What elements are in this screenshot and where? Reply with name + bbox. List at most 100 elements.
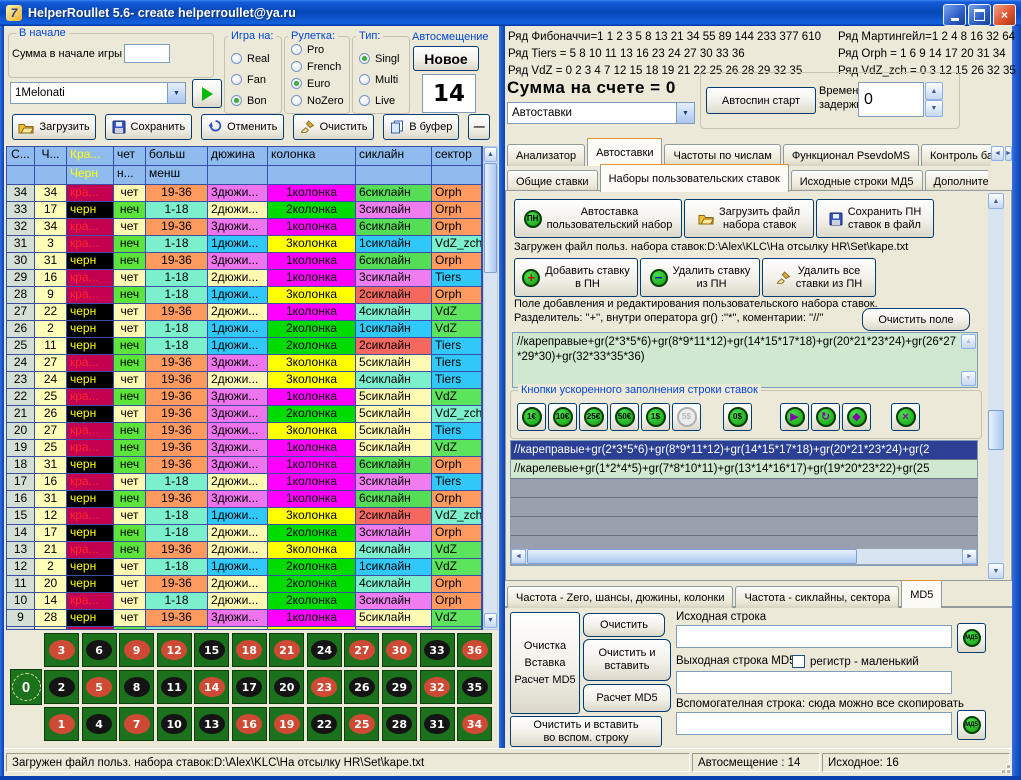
tab-main-3[interactable]: Частоты по числам xyxy=(664,144,780,166)
board-cell-3[interactable]: 3 xyxy=(44,633,79,667)
md5-aux-input[interactable] xyxy=(676,712,952,735)
add-bet-button[interactable]: + Добавить ставку в ПН xyxy=(514,258,638,297)
md5-run-button2[interactable]: МД5 xyxy=(957,710,986,740)
board-cell-31[interactable]: 31 xyxy=(420,707,455,741)
quick-clear-button[interactable]: × xyxy=(891,403,920,431)
table-row[interactable]: 1512кра...чет1-181дюжи...3колонка2сиклай… xyxy=(7,508,482,525)
run-button[interactable] xyxy=(192,79,222,108)
new-button[interactable]: Новое xyxy=(413,46,479,71)
resize-grip[interactable] xyxy=(998,761,1010,773)
table-row[interactable]: 2027кра...неч19-363дюжи...3колонка5сикла… xyxy=(7,423,482,440)
board-cell-13[interactable]: 13 xyxy=(194,707,229,741)
table-row[interactable]: 3317черннеч1-182дюжи...2колонка3сиклайнO… xyxy=(7,202,482,219)
table-row[interactable]: 1716кра...чет1-182дюжи...1колонка3сиклай… xyxy=(7,474,482,491)
panel-scroll-track[interactable] xyxy=(988,209,1004,563)
board-cell-27[interactable]: 27 xyxy=(344,633,379,667)
scroll-up-icon[interactable]: ▲ xyxy=(484,147,497,162)
table-row[interactable]: 3234кра...чет19-363дюжи...1колонка6сикла… xyxy=(7,219,482,236)
chip-1eur-button[interactable]: 1€ xyxy=(517,403,546,431)
table-row[interactable]: 2511черннеч1-181дюжи...2колонка2сиклайнT… xyxy=(7,338,482,355)
panel-scroll-down-icon[interactable]: ▼ xyxy=(988,563,1004,579)
tab-sub-3[interactable]: Исходные строки МД5 xyxy=(791,170,923,192)
table-row[interactable]: 1831черннеч19-363дюжи...1колонка6сиклайн… xyxy=(7,457,482,474)
chip-5usd-button[interactable]: 5$ xyxy=(672,403,701,431)
save-button[interactable]: Сохранить xyxy=(105,114,191,140)
board-cell-12[interactable]: 12 xyxy=(157,633,192,667)
list-item[interactable]: //кареправые+gr(2*3*5*6)+gr(8*9*11*12)+g… xyxy=(511,441,977,460)
table-row[interactable]: 3434кра...чет19-363дюжи...1колонка6сикла… xyxy=(7,185,482,202)
board-cell-25[interactable]: 25 xyxy=(344,707,379,741)
board-cell-35[interactable]: 35 xyxy=(457,670,492,704)
tab-main-2[interactable]: Автоставки xyxy=(587,138,662,166)
md5-clear-button[interactable]: Очистить xyxy=(583,613,665,637)
table-row[interactable]: 313кра...неч1-181дюжи...3колонка1сиклайн… xyxy=(7,236,482,253)
editor-scroll-up-icon[interactable]: ▲ xyxy=(961,334,976,349)
panel-scroll-up-icon[interactable]: ▲ xyxy=(988,193,1004,209)
board-cell-28[interactable]: 28 xyxy=(382,707,417,741)
minus-button[interactable]: — xyxy=(468,114,490,140)
radio-singl[interactable]: Singl xyxy=(353,48,409,69)
load-set-file-button[interactable]: Загрузить файл набора ставок xyxy=(684,199,814,238)
table-row[interactable]: 1925кра...неч19-363дюжи...1колонка5сикла… xyxy=(7,440,482,457)
md5-output-input[interactable] xyxy=(676,671,952,694)
chip-10eur-button[interactable]: 10€ xyxy=(548,403,577,431)
board-cell-16[interactable]: 16 xyxy=(232,707,267,741)
table-row[interactable]: 1120чернчет19-362дюжи...2колонка4сиклайн… xyxy=(7,576,482,593)
board-cell-4[interactable]: 4 xyxy=(82,707,117,741)
board-cell-9[interactable]: 9 xyxy=(119,633,154,667)
list-scroll-left-icon[interactable]: ◄ xyxy=(511,549,526,564)
tab-sub-1[interactable]: Общие ставки xyxy=(507,170,598,192)
quick-transfer-button[interactable]: ◆ xyxy=(842,403,871,431)
board-cell-2[interactable]: 2 xyxy=(44,670,79,704)
list-item-empty[interactable] xyxy=(511,517,977,536)
quick-play-button[interactable]: ▶ xyxy=(780,403,809,431)
board-cell-29[interactable]: 29 xyxy=(382,670,417,704)
table-row[interactable]: 928чернчет19-363дюжи...1колонка5сиклайнV… xyxy=(7,610,482,627)
load-button[interactable]: Загрузить xyxy=(12,114,96,140)
board-cell-15[interactable]: 15 xyxy=(194,633,229,667)
table-row[interactable]: 289кра...неч1-181дюжи...3колонка2сиклайн… xyxy=(7,287,482,304)
board-cell-19[interactable]: 19 xyxy=(269,707,304,741)
start-sum-input[interactable] xyxy=(124,44,170,63)
table-row[interactable]: 1631черннеч19-363дюжи...1колонка6сиклайн… xyxy=(7,491,482,508)
board-cell-1[interactable]: 1 xyxy=(44,707,79,741)
to-clipboard-button[interactable]: В буфер xyxy=(383,114,459,140)
tab-bottom-1[interactable]: Частота - Zero, шансы, дюжины, колонки xyxy=(507,586,733,608)
board-cell-8[interactable]: 8 xyxy=(119,670,154,704)
table-row[interactable]: 2427кра...неч19-363дюжи...3колонка5сикла… xyxy=(7,355,482,372)
board-cell-10[interactable]: 10 xyxy=(157,707,192,741)
table-row[interactable]: 2722чернчет19-362дюжи...1колонка4сиклайн… xyxy=(7,304,482,321)
table-row[interactable]: 262чернчет1-181дюжи...2колонка1сиклайнVd… xyxy=(7,321,482,338)
autobet-user-set-button[interactable]: ПН Автоставка пользовательский набор xyxy=(514,199,682,238)
quick-reload-button[interactable]: ↻ xyxy=(811,403,840,431)
spinner-up-icon[interactable]: ▲ xyxy=(925,82,943,100)
table-row[interactable]: 2225кра...неч19-363дюжи...1колонка5сикла… xyxy=(7,389,482,406)
table-scrollbar-thumb[interactable] xyxy=(484,163,497,273)
table-row[interactable]: 2324чернчет19-362дюжи...3колонка4сиклайн… xyxy=(7,372,482,389)
tab-main-4[interactable]: Функционал PsevdoMS xyxy=(783,144,919,166)
tab-main-1[interactable]: Анализатор xyxy=(507,144,585,166)
board-cell-24[interactable]: 24 xyxy=(307,633,342,667)
tab-main-5[interactable]: Контроль банкро xyxy=(921,144,991,166)
table-row[interactable]: 122чернчет1-181дюжи...2колонка1сиклайнVd… xyxy=(7,559,482,576)
board-cell-6[interactable]: 6 xyxy=(82,633,117,667)
delete-bet-button[interactable]: − Удалить ставку из ПН xyxy=(640,258,760,297)
board-cell-17[interactable]: 17 xyxy=(232,670,267,704)
md5-big-button[interactable]: Очистка Вставка Расчет MD5 xyxy=(510,612,580,714)
board-cell-26[interactable]: 26 xyxy=(344,670,379,704)
panel-scroll-thumb[interactable] xyxy=(988,410,1004,450)
clear-field-button[interactable]: Очистить поле xyxy=(862,308,970,331)
radio-bon[interactable]: Bon xyxy=(225,90,281,111)
maximize-button[interactable] xyxy=(968,4,991,26)
radio-pro[interactable]: Pro xyxy=(285,41,349,58)
editor-scroll-down-icon[interactable]: ▼ xyxy=(961,371,976,386)
autobets-combobox[interactable]: Автоставки ▼ xyxy=(507,102,695,124)
table-row[interactable]: 3031черннеч19-363дюжи...1колонка6сиклайн… xyxy=(7,253,482,270)
board-cell-32[interactable]: 32 xyxy=(420,670,455,704)
scroll-down-icon[interactable]: ▼ xyxy=(484,613,497,628)
list-item-empty[interactable] xyxy=(511,498,977,517)
close-button[interactable]: × xyxy=(993,4,1016,26)
autospin-start-button[interactable]: Автоспин старт xyxy=(706,87,816,114)
delete-all-bets-button[interactable]: Удалить все ставки из ПН xyxy=(762,258,876,297)
register-checkbox[interactable] xyxy=(792,655,805,668)
